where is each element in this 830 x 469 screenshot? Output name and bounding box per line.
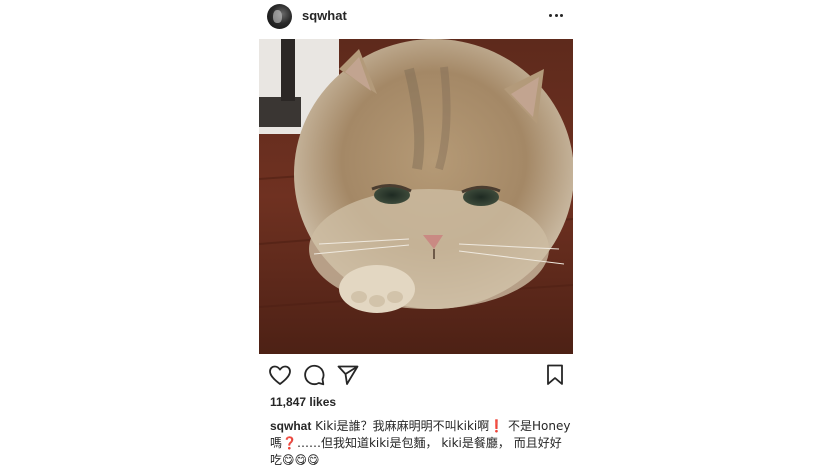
dot-icon — [560, 13, 563, 17]
post-header: sqwhat — [259, 0, 573, 34]
comment-bubble-icon[interactable] — [301, 362, 327, 388]
username[interactable]: sqwhat — [302, 8, 347, 23]
post-caption: sqwhat Kiki是誰？我麻麻明明不叫kiki啊❗ 不是Honey嗎❓……但… — [270, 418, 572, 469]
paper-plane-icon[interactable] — [335, 362, 361, 388]
instagram-post: sqwhat 11,847 likes sqwhat Kiki是誰？我麻麻明明不… — [259, 0, 573, 468]
action-bar — [259, 362, 573, 390]
caption-username[interactable]: sqwhat — [270, 419, 311, 433]
dot-icon — [549, 13, 552, 17]
bookmark-icon[interactable] — [542, 362, 568, 388]
heart-icon[interactable] — [267, 362, 293, 388]
more-options-icon[interactable] — [546, 5, 566, 25]
post-photo[interactable] — [259, 39, 573, 354]
cat-photo — [259, 39, 573, 354]
dot-icon — [554, 13, 558, 17]
profile-avatar[interactable] — [267, 4, 292, 29]
caption-text: Kiki是誰？我麻麻明明不叫kiki啊❗ 不是Honey嗎❓……但我知道kiki… — [270, 419, 571, 467]
likes-count[interactable]: 11,847 likes — [270, 395, 336, 409]
